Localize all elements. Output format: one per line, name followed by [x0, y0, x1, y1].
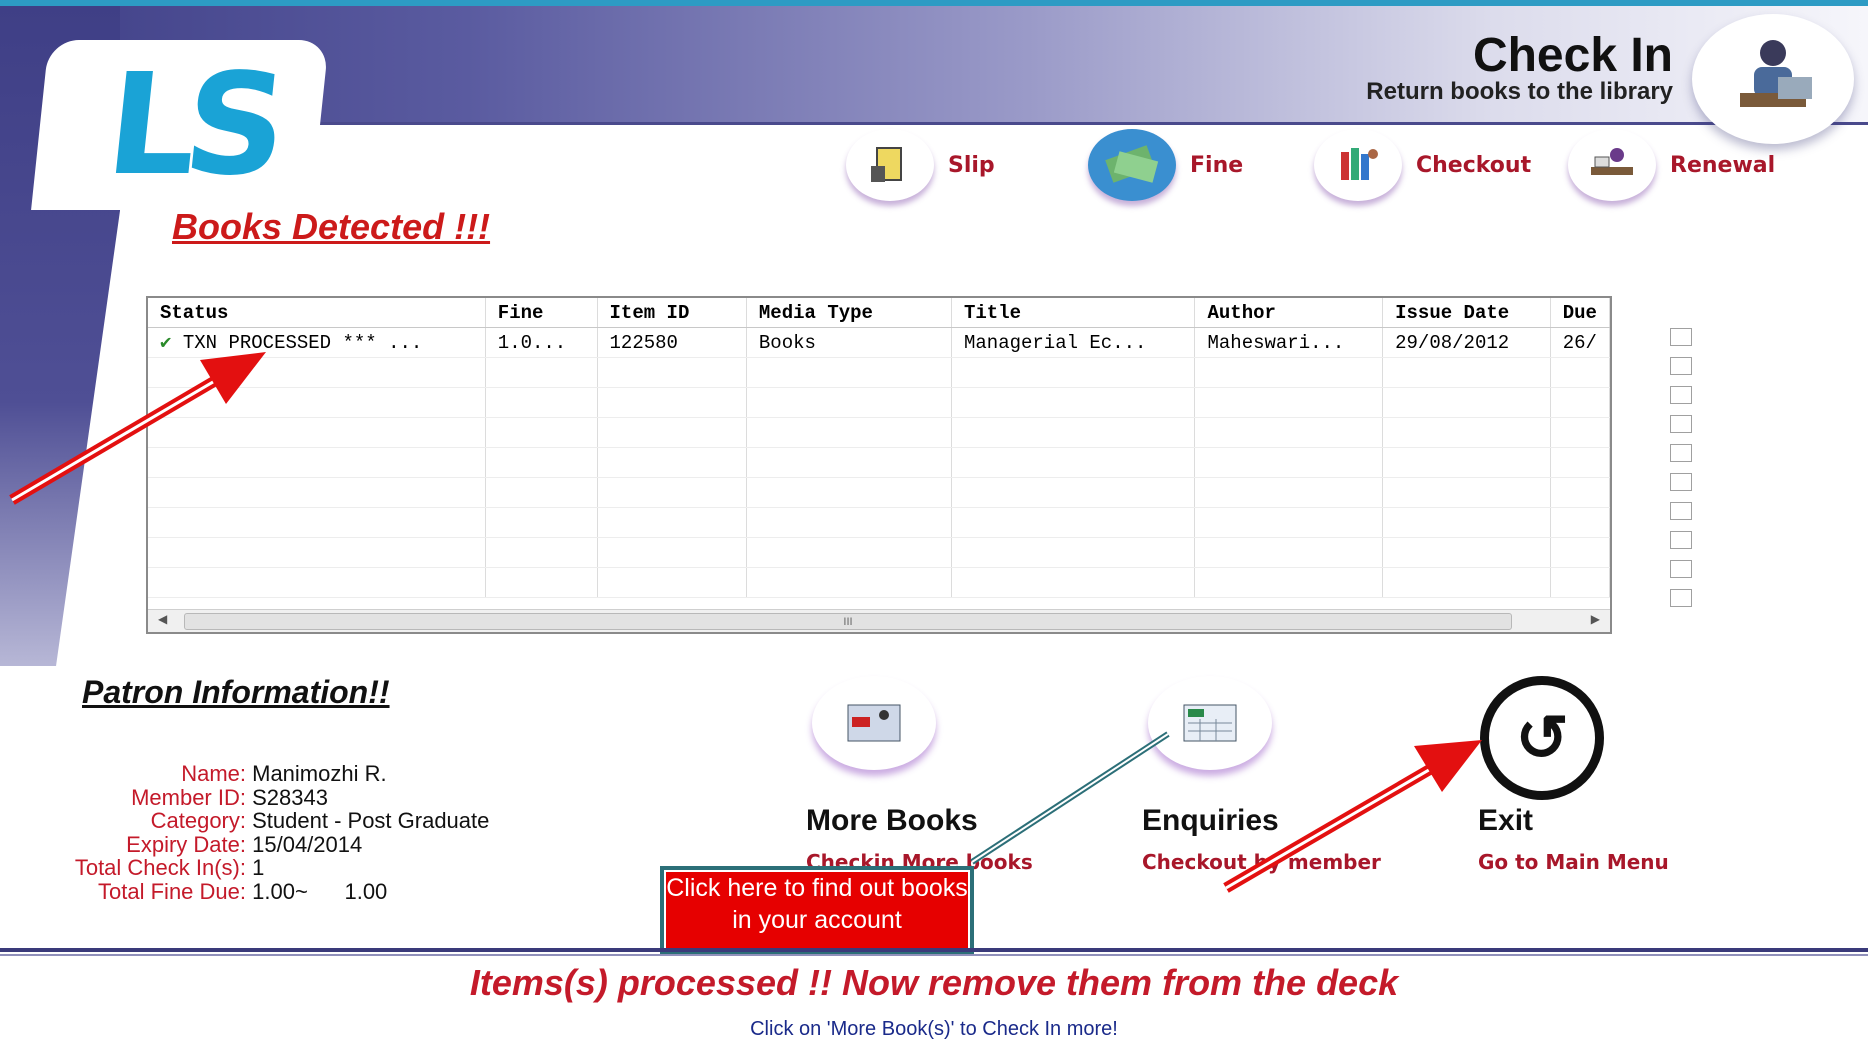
- footer-divider-secondary: [0, 954, 1868, 956]
- hint-message: Click on 'More Book(s)' to Check In more…: [750, 1018, 1118, 1040]
- callout-annotation: Click here to find out books in your acc…: [660, 866, 974, 954]
- footer-divider: [0, 948, 1868, 952]
- status-message: Items(s) processed !! Now remove them fr…: [469, 962, 1399, 1003]
- arrow-to-exit: [1223, 740, 1482, 893]
- callout-pointer: [970, 731, 1170, 865]
- arrow-to-status: [9, 352, 266, 505]
